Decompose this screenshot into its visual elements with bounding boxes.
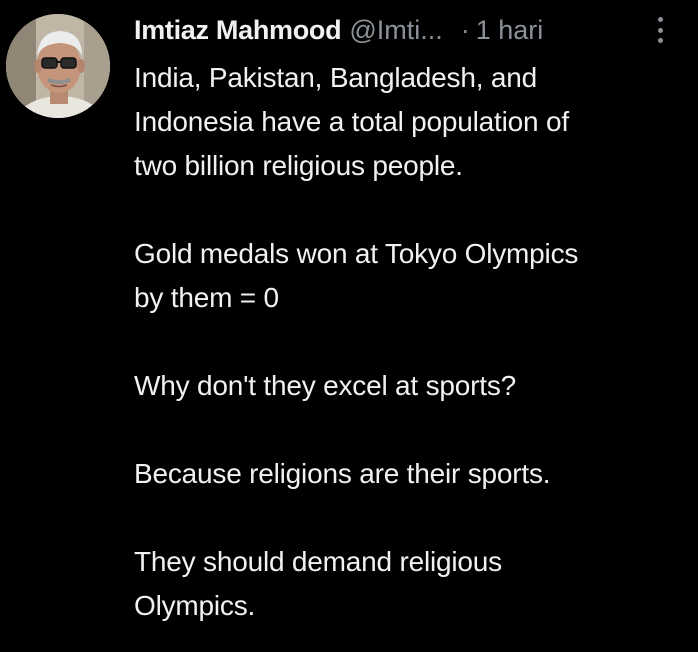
tweet-text: India, Pakistan, Bangladesh, and Indones… [134,56,694,628]
more-vertical-icon[interactable] [648,15,672,45]
tweet-paragraph: Why don't they excel at sports? [134,370,516,401]
tweet-paragraph: Because religions are their sports. [134,458,551,489]
more-dot [657,17,663,22]
tweet-header: Imtiaz Mahmood @Imti... · 1 hari [134,8,682,52]
tweet-paragraph: India, Pakistan, Bangladesh, and Indones… [134,62,569,181]
tweet-paragraph: They should demand religious Olympics. [134,546,502,621]
separator-dot: · [460,14,470,45]
more-dot [657,27,663,33]
author-handle[interactable]: @Imti... [349,15,442,46]
profile-photo [6,14,110,118]
more-dot [657,38,663,43]
author-name[interactable]: Imtiaz Mahmood [134,15,342,46]
tweet-paragraph: Gold medals won at Tokyo Olympics by the… [134,238,579,313]
tweet-timestamp[interactable]: 1 hari [476,15,544,46]
author-avatar[interactable] [6,14,110,118]
tweet[interactable]: Imtiaz Mahmood @Imti... · 1 hari India, … [0,0,698,652]
